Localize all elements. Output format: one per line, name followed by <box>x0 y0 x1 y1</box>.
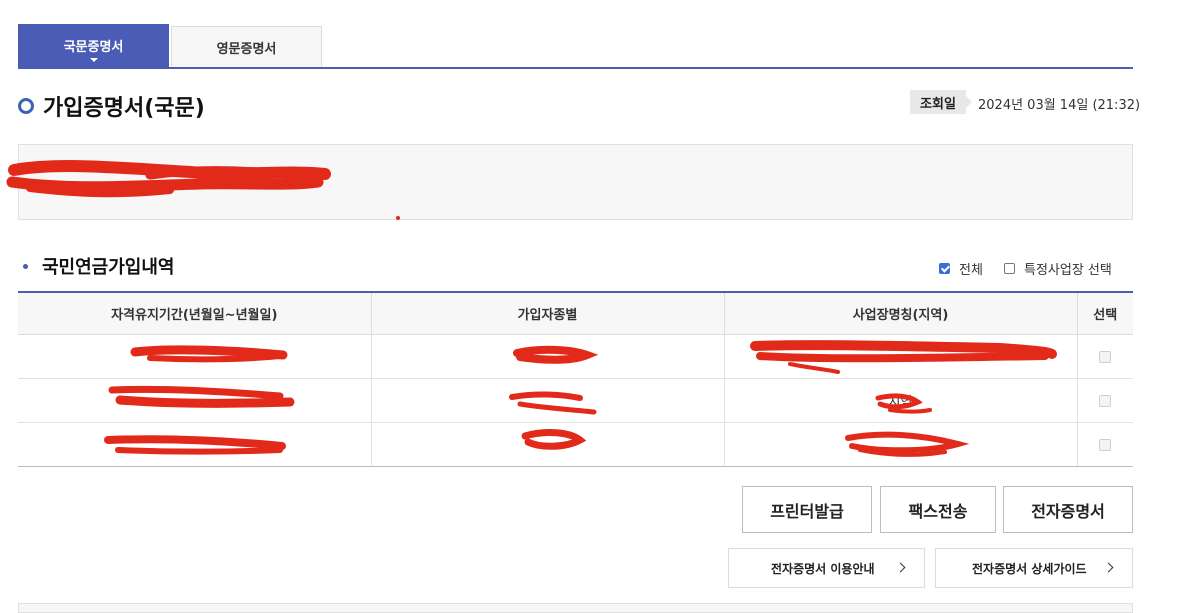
table-row <box>18 334 1133 379</box>
type-cell <box>370 334 724 379</box>
row-select-checkbox[interactable] <box>1099 350 1112 363</box>
notice-box: 님의 국민연금 가입내역입니다. <box>18 144 1133 220</box>
row-select-checkbox[interactable] <box>1099 438 1112 451</box>
tab-underline <box>18 67 1133 69</box>
tab-label: 국문증명서 <box>63 40 124 55</box>
all-checkbox-label: 전체 <box>959 263 983 278</box>
select-cell <box>1076 334 1133 379</box>
date-value: 2024년 03월 14일 (21:32) <box>978 98 1141 113</box>
tab-english-certificate[interactable]: 영문증명서 <box>171 26 322 67</box>
period-cell <box>18 422 371 467</box>
specific-workplace-label: 특정사업장 선택 <box>1024 263 1112 278</box>
circle-bullet-icon <box>18 98 34 114</box>
usage-guide-label: 전자증명서 이용안내 <box>771 561 875 576</box>
table-header-row: 자격유지기간(년월일~년월일) 가입자종별 사업장명칭(지역) 선택 <box>18 291 1133 335</box>
select-cell <box>1076 422 1133 467</box>
type-cell <box>370 422 724 467</box>
print-issue-button[interactable]: 프린터발급 <box>742 486 872 533</box>
section-title: 국민연금가입내역 <box>42 257 175 278</box>
usage-guide-link[interactable]: 전자증명서 이용안내 <box>728 548 925 588</box>
tab-label: 영문증명서 <box>216 41 277 57</box>
electronic-certificate-button[interactable]: 전자증명서 <box>1003 486 1133 533</box>
tab-korean-certificate[interactable]: 국문증명서 <box>18 24 169 67</box>
workplace-cell: 지역 <box>723 378 1077 423</box>
workplace-cell <box>723 422 1077 467</box>
select-cell <box>1076 378 1133 423</box>
section-bullet-icon <box>23 264 28 269</box>
fax-send-button[interactable]: 팩스전송 <box>880 486 996 533</box>
column-header-workplace: 사업장명칭(지역) <box>723 291 1077 335</box>
bottom-panel <box>18 603 1133 613</box>
detail-guide-link[interactable]: 전자증명서 상세가이드 <box>935 548 1133 588</box>
caret-down-icon <box>89 58 98 62</box>
red-dot-marker <box>396 216 400 220</box>
period-cell <box>18 378 371 423</box>
date-label: 조회일 <box>910 90 972 114</box>
column-header-select: 선택 <box>1076 291 1133 335</box>
column-header-type: 가입자종별 <box>370 291 724 335</box>
specific-workplace-checkbox[interactable] <box>1004 263 1015 274</box>
all-checkbox[interactable] <box>939 263 950 274</box>
period-cell <box>18 334 371 379</box>
column-header-period: 자격유지기간(년월일~년월일) <box>18 291 371 335</box>
row-select-checkbox[interactable] <box>1099 394 1112 407</box>
detail-guide-label: 전자증명서 상세가이드 <box>972 561 1087 576</box>
page-title: 가입증명서(국문) <box>43 96 205 121</box>
table-row: 지역 <box>18 378 1133 423</box>
workplace-cell <box>723 334 1077 379</box>
chevron-right-icon <box>1103 562 1114 573</box>
enrollment-table: 자격유지기간(년월일~년월일) 가입자종별 사업장명칭(지역) 선택 지역 <box>18 291 1133 467</box>
type-cell <box>370 378 724 423</box>
table-row <box>18 422 1133 467</box>
notice-text: 님의 국민연금 가입내역입니다. <box>219 178 400 194</box>
chevron-right-icon <box>895 562 906 573</box>
